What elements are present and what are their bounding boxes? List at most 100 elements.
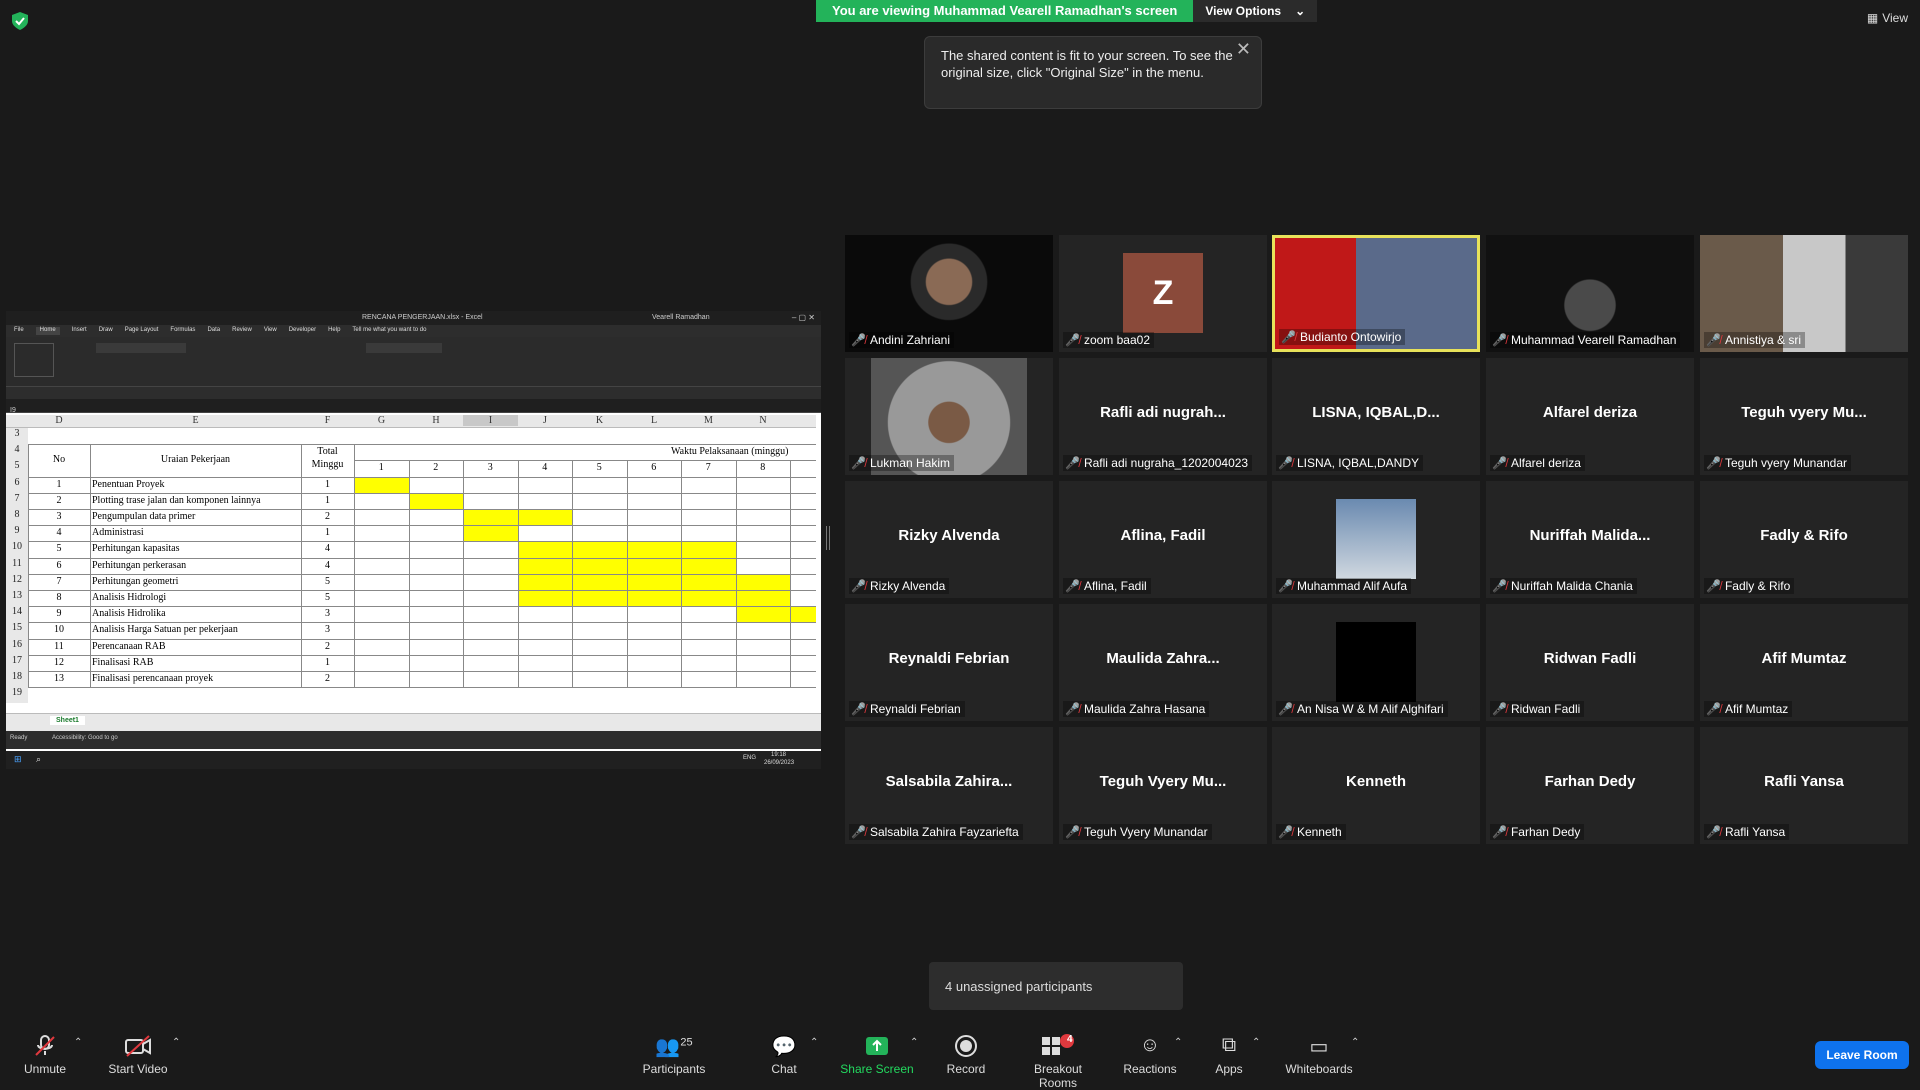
excel-menu-item[interactable]: Review [232,327,252,335]
task-no[interactable]: 13 [28,671,90,686]
task-no[interactable]: 8 [28,590,90,605]
unassigned-participants-popup[interactable]: 4 unassigned participants [929,962,1183,1010]
windows-taskbar[interactable]: ⊞ ⌕ ENG 19:18 26/09/2023 [6,751,821,769]
row-header[interactable]: 10 [6,541,28,552]
excel-menu-item[interactable]: Insert [72,327,87,335]
participant-tile[interactable]: Teguh vyery Mu... 🎤̸ Teguh vyery Munandar [1700,358,1908,475]
row-header[interactable]: 7 [6,493,28,504]
task-total-weeks[interactable]: 3 [301,606,354,621]
excel-menu-item[interactable]: Tell me what you want to do [352,327,426,335]
row-header[interactable]: 5 [6,460,28,471]
clipboard-group[interactable] [14,343,54,377]
task-name[interactable]: Finalisasi perencanaan proyek [92,671,213,686]
task-name[interactable]: Analisis Hidrolika [92,606,166,621]
task-total-weeks[interactable]: 2 [301,671,354,686]
participants-button[interactable]: 👥25 Participants [640,1034,708,1076]
apps-options-chevron-icon[interactable]: ⌃ [1252,1037,1260,1048]
column-header[interactable]: I [463,415,518,426]
start-video-button[interactable]: Start Video [106,1034,170,1076]
window-controls-icon[interactable]: – ▢ ✕ [792,313,815,322]
task-total-weeks[interactable]: 1 [301,477,354,492]
view-button[interactable]: ▦ View [1867,11,1908,25]
participant-tile[interactable]: Nuriffah Malida... 🎤̸ Nuriffah Malida Chan… [1486,481,1694,598]
participant-tile[interactable]: 🎤̸ Lukman Hakim [845,358,1053,475]
task-total-weeks[interactable]: 1 [301,525,354,540]
whiteboards-button[interactable]: ▭ Whiteboards [1282,1034,1356,1076]
excel-menu-item[interactable]: Formulas [170,327,195,335]
participant-tile[interactable]: Aflina, Fadil 🎤̸ Aflina, Fadil [1059,481,1267,598]
sheet-tab[interactable]: Sheet1 [50,716,85,725]
name-box[interactable]: I9 [6,407,16,414]
participant-tile[interactable]: Rafli adi nugrah... 🎤̸ Rafli adi nugraha_1… [1059,358,1267,475]
reactions-button[interactable]: ☺ Reactions [1122,1034,1178,1076]
excel-menu-item[interactable]: Help [328,327,340,335]
participant-tile[interactable]: Rizky Alvenda 🎤̸ Rizky Alvenda [845,481,1053,598]
task-name[interactable]: Analisis Hidrologi [92,590,166,605]
excel-ribbon[interactable] [6,337,821,387]
participant-tile[interactable]: Afif Mumtaz 🎤̸ Afif Mumtaz [1700,604,1908,721]
styles-group[interactable] [462,343,552,373]
excel-menu-item[interactable]: Page Layout [125,327,159,335]
task-name[interactable]: Perhitungan kapasitas [92,541,179,556]
editing-group[interactable] [626,343,716,373]
cells-group[interactable] [558,343,618,373]
task-name[interactable]: Plotting trase jalan dan komponen lainny… [92,493,261,508]
task-name[interactable]: Penentuan Proyek [92,477,165,492]
task-total-weeks[interactable]: 2 [301,509,354,524]
task-name[interactable]: Perhitungan geometri [92,574,178,589]
task-total-weeks[interactable]: 1 [301,655,354,670]
task-total-weeks[interactable]: 2 [301,639,354,654]
row-header[interactable]: 3 [6,428,28,439]
row-header[interactable]: 17 [6,655,28,666]
spreadsheet-grid[interactable]: DEFGHIJKLMN 3 4 5 6 7 8 9 10 11 12 13 14 15 16 17 18 19 … [6,415,821,711]
row-header[interactable]: 4 [6,444,28,455]
column-header[interactable]: M [681,415,736,426]
column-header[interactable]: E [90,415,301,426]
task-no[interactable]: 2 [28,493,90,508]
breakout-rooms-button[interactable]: 4 Breakout Rooms [1014,1034,1102,1090]
task-total-weeks[interactable]: 5 [301,590,354,605]
whiteboards-options-chevron-icon[interactable]: ⌃ [1351,1037,1359,1048]
task-total-weeks[interactable]: 3 [301,622,354,637]
participant-tile[interactable]: 🎤̸ Andini Zahriani [845,235,1053,352]
task-name[interactable]: Analisis Harga Satuan per pekerjaan [92,622,238,637]
column-header[interactable]: G [354,415,409,426]
task-no[interactable]: 5 [28,541,90,556]
task-name[interactable]: Perhitungan perkerasan [92,558,186,573]
participant-tile[interactable]: Ridwan Fadli 🎤̸ Ridwan Fadli [1486,604,1694,721]
chat-options-chevron-icon[interactable]: ⌃ [810,1037,818,1048]
close-icon[interactable]: ✕ [1236,40,1251,58]
participant-tile[interactable]: Reynaldi Febrian 🎤̸ Reynaldi Febrian [845,604,1053,721]
task-name[interactable]: Pengumpulan data primer [92,509,195,524]
column-header[interactable]: L [627,415,681,426]
video-options-chevron-icon[interactable]: ⌃ [172,1037,180,1048]
audio-options-chevron-icon[interactable]: ⌃ [74,1037,82,1048]
excel-menu-item[interactable]: Data [207,327,220,335]
task-no[interactable]: 6 [28,558,90,573]
windows-start-icon[interactable]: ⊞ [14,754,22,765]
leave-room-button[interactable]: Leave Room [1815,1041,1909,1069]
row-header[interactable]: 13 [6,590,28,601]
participant-tile[interactable]: Salsabila Zahira... 🎤̸ Salsabila Zahira Fa… [845,727,1053,844]
font-name-box[interactable] [96,343,186,353]
task-no[interactable]: 4 [28,525,90,540]
apps-button[interactable]: ⧉ Apps [1214,1034,1244,1076]
excel-menu-item[interactable]: Home [35,327,60,335]
task-no[interactable]: 9 [28,606,90,621]
excel-menu-item[interactable]: View [264,327,277,335]
formula-bar[interactable]: I9 [6,399,821,414]
participant-tile[interactable]: 🎤̸ Budianto Ontowirjo [1272,235,1480,352]
row-header[interactable]: 19 [6,687,28,698]
task-no[interactable]: 12 [28,655,90,670]
row-header[interactable]: 12 [6,574,28,585]
task-no[interactable]: 3 [28,509,90,524]
participant-tile[interactable]: 🎤̸ Muhammad Alif Aufa [1272,481,1480,598]
participant-tile[interactable]: Maulida Zahra... 🎤̸ Maulida Zahra Hasana [1059,604,1267,721]
chat-button[interactable]: 💬 Chat [766,1034,802,1076]
task-name[interactable]: Perencanaan RAB [92,639,166,654]
task-total-weeks[interactable]: 5 [301,574,354,589]
row-header[interactable]: 8 [6,509,28,520]
unmute-button[interactable]: Unmute [22,1034,68,1076]
security-shield-icon[interactable] [12,12,28,30]
participant-tile[interactable]: Farhan Dedy 🎤̸ Farhan Dedy [1486,727,1694,844]
